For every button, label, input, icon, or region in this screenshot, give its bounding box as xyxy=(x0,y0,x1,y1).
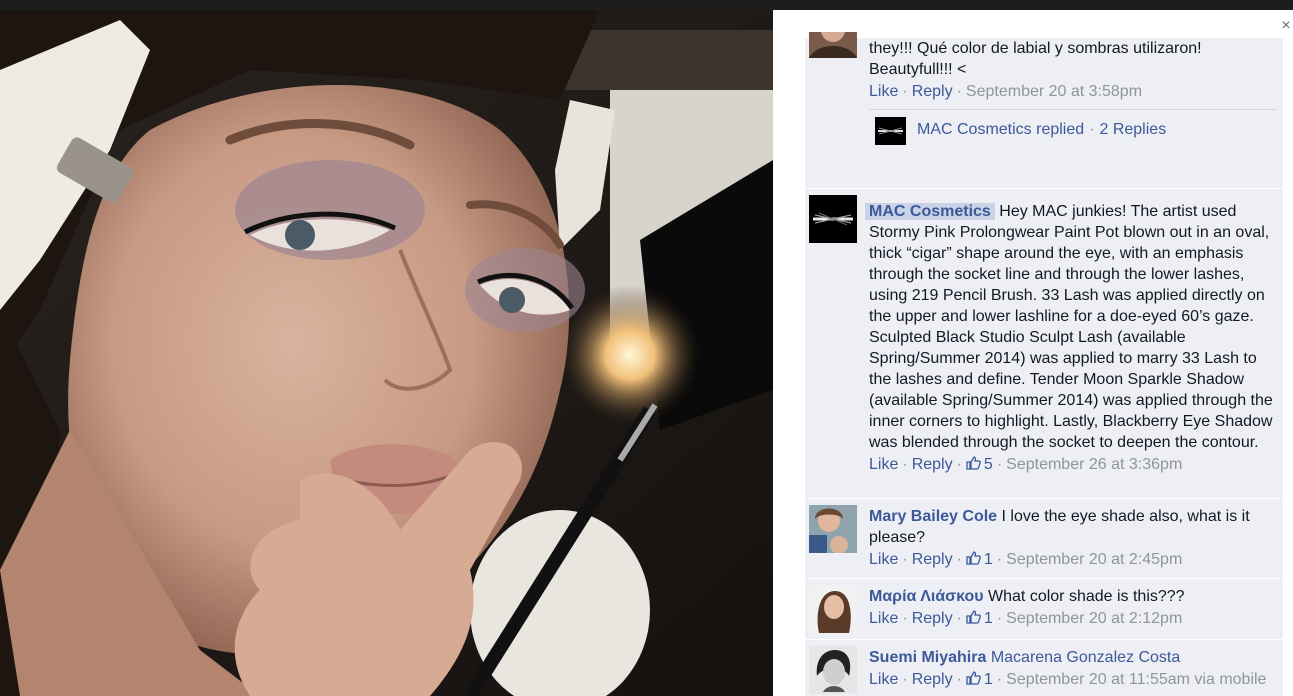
comment-text: they!!! Qué color de labial y sombras ut… xyxy=(869,40,1202,78)
comment: Mary Bailey Cole I love the eye shade al… xyxy=(805,499,1283,579)
like-link[interactable]: Like xyxy=(869,551,898,568)
comment: Μαρία Λιάσκου What color shade is this??… xyxy=(805,579,1283,640)
reply-link[interactable]: Reply xyxy=(912,551,953,568)
thumbs-up-icon xyxy=(966,610,981,624)
comment-author[interactable]: Μαρία Λιάσκου xyxy=(869,588,984,605)
avatar[interactable] xyxy=(809,585,857,633)
timestamp[interactable]: September 26 at 3:36pm xyxy=(1006,456,1182,473)
thumbs-up-icon xyxy=(966,551,981,565)
replies-author[interactable]: MAC Cosmetics replied xyxy=(917,121,1084,138)
comment-text: Suemi Miyahira Macarena Gonzalez Costa xyxy=(869,647,1277,668)
top-bar xyxy=(0,0,1293,10)
comments-scroll[interactable]: they!!! Qué color de labial y sombras ut… xyxy=(805,32,1283,696)
thumbs-up-icon xyxy=(966,671,981,685)
like-link[interactable]: Like xyxy=(869,83,898,100)
like-link[interactable]: Like xyxy=(869,671,898,688)
timestamp[interactable]: September 20 at 2:45pm xyxy=(1006,551,1182,568)
thumbs-up-icon xyxy=(966,456,981,470)
comment-actions: Like · Reply · 1 · September 20 at 11:55am via… xyxy=(869,671,1267,688)
avatar[interactable] xyxy=(809,32,857,58)
likes-count[interactable]: 1 xyxy=(966,551,993,568)
comment-actions: Like · Reply · 1 · September 20 at 2:12pm xyxy=(869,610,1183,627)
timestamp[interactable]: September 20 at 3:58pm xyxy=(966,83,1142,100)
comment-text: Μαρία Λιάσκου What color shade is this??… xyxy=(869,588,1185,605)
reply-link[interactable]: Reply xyxy=(912,610,953,627)
avatar[interactable] xyxy=(809,646,857,694)
timestamp[interactable]: September 20 at 2:12pm xyxy=(1006,610,1182,627)
comment-text: Mary Bailey Cole I love the eye shade al… xyxy=(869,508,1250,546)
likes-count[interactable]: 1 xyxy=(966,671,993,688)
comment: Suemi Miyahira Macarena Gonzalez Costa L… xyxy=(805,640,1283,696)
comment-actions: Like · Reply · September 20 at 3:58pm xyxy=(869,83,1143,100)
reply-link[interactable]: Reply xyxy=(912,83,953,100)
likes-count[interactable]: 5 xyxy=(966,456,993,473)
reply-link[interactable]: Reply xyxy=(912,671,953,688)
comment-author[interactable]: Mary Bailey Cole xyxy=(869,508,997,525)
like-link[interactable]: Like xyxy=(869,610,898,627)
comment-text: MAC Cosmetics Hey MAC junkies! The artis… xyxy=(865,201,1277,453)
reply-link[interactable]: Reply xyxy=(912,456,953,473)
timestamp[interactable]: September 20 at 11:55am via mobile xyxy=(1006,671,1266,688)
makeup-photo xyxy=(0,10,773,696)
avatar[interactable] xyxy=(809,505,857,553)
like-link[interactable]: Like xyxy=(869,456,898,473)
comment-author[interactable]: MAC Cosmetics xyxy=(865,203,995,220)
comment-actions: Like · Reply · 1 · September 20 at 2:45pm xyxy=(869,551,1183,568)
comment-actions: Like · Reply · 5 · September 26 at 3:36pm xyxy=(869,456,1183,473)
photo-viewer[interactable] xyxy=(0,10,773,696)
replies-count[interactable]: 2 Replies xyxy=(1099,121,1166,138)
comments-panel: × they!!! Qué color de labial y sombras … xyxy=(773,10,1293,696)
comment: they!!! Qué color de labial y sombras ut… xyxy=(805,32,1283,189)
comment-list: they!!! Qué color de labial y sombras ut… xyxy=(805,32,1283,696)
comment-author[interactable]: Suemi Miyahira xyxy=(869,649,986,666)
tagged-user-link[interactable]: Macarena Gonzalez Costa xyxy=(991,649,1180,666)
avatar[interactable] xyxy=(809,195,857,243)
comment: MAC Cosmetics Hey MAC junkies! The artis… xyxy=(805,189,1283,499)
mac-avatar-small xyxy=(875,117,906,145)
likes-count[interactable]: 1 xyxy=(966,610,993,627)
replies-row[interactable]: MAC Cosmetics replied · 2 Replies xyxy=(869,109,1277,150)
